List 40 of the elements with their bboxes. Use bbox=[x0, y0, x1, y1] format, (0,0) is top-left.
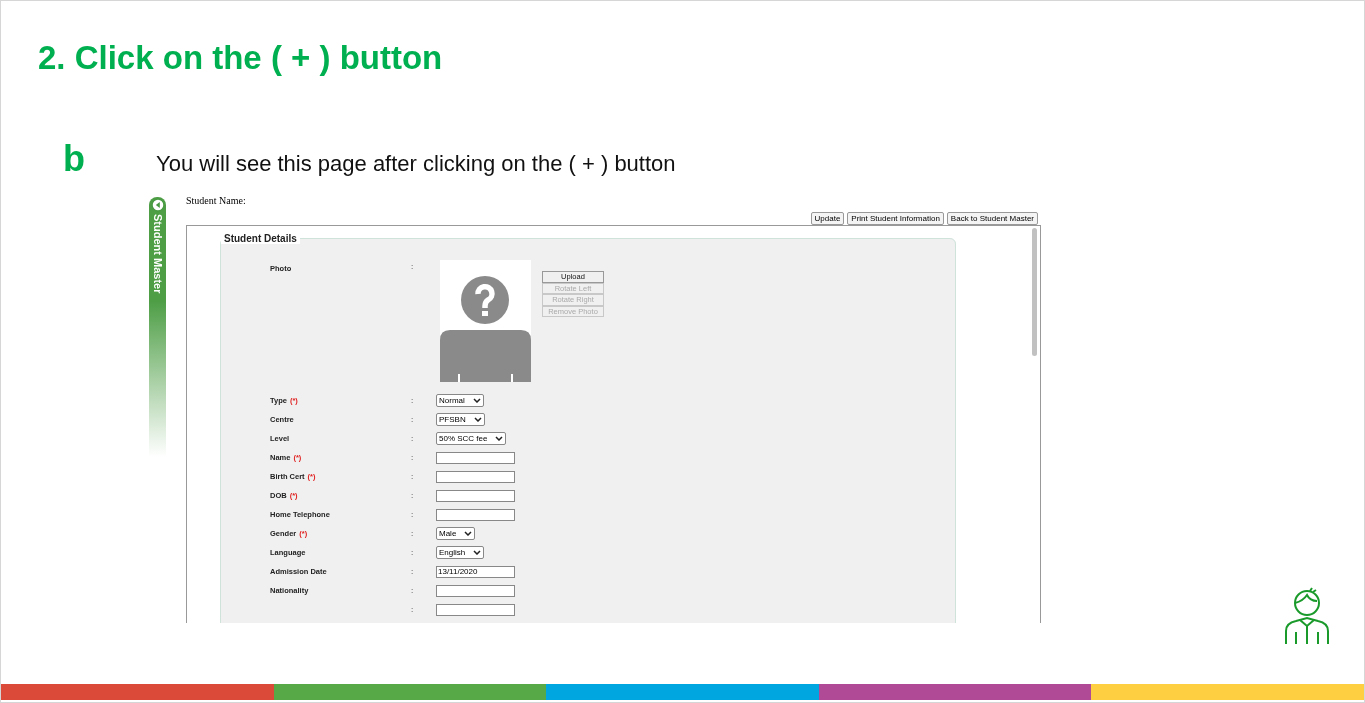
dropdown[interactable]: PFSBN bbox=[436, 413, 485, 426]
toolbar-button[interactable]: Update bbox=[810, 212, 845, 225]
person-icon bbox=[1284, 587, 1330, 645]
dropdown[interactable]: English bbox=[436, 546, 485, 559]
dropdown[interactable]: Normal bbox=[436, 394, 484, 407]
input-field[interactable]: 13/11/2020 bbox=[436, 565, 515, 578]
section-title: Student Details bbox=[221, 233, 300, 244]
colon: : bbox=[411, 453, 415, 462]
input-field[interactable] bbox=[436, 584, 515, 597]
input-field[interactable] bbox=[436, 489, 515, 502]
colon: : bbox=[411, 262, 415, 271]
dropdown[interactable]: Male bbox=[436, 527, 476, 540]
input-field[interactable] bbox=[436, 470, 515, 483]
colon: : bbox=[411, 605, 415, 614]
colon: : bbox=[411, 567, 415, 576]
colon: : bbox=[411, 491, 415, 500]
dropdown[interactable]: 50% SCC fee bbox=[436, 432, 507, 445]
colon: : bbox=[411, 415, 415, 424]
step-letter: b bbox=[63, 139, 86, 179]
toolbar-button[interactable]: Back to Student Master bbox=[946, 212, 1038, 225]
caret-icon bbox=[473, 550, 482, 555]
input-field[interactable] bbox=[436, 603, 515, 616]
colon: : bbox=[411, 396, 415, 405]
input-field[interactable] bbox=[436, 451, 515, 464]
slide-title: 2. Click on the ( + ) button bbox=[38, 38, 443, 78]
colon: : bbox=[411, 586, 415, 595]
toolbar-button[interactable]: Print Student Information bbox=[847, 212, 944, 225]
colon: : bbox=[411, 434, 415, 443]
caret-icon bbox=[495, 436, 504, 441]
colon: : bbox=[411, 472, 415, 481]
colon: : bbox=[411, 510, 415, 519]
caret-icon bbox=[472, 398, 481, 403]
photo-placeholder-icon bbox=[440, 260, 531, 382]
caret-icon bbox=[473, 417, 482, 422]
colon: : bbox=[411, 548, 415, 557]
input-field[interactable] bbox=[436, 508, 515, 521]
student-name-label: Student Name: bbox=[186, 195, 246, 206]
slide-caption: You will see this page after clicking on the ( + ) button bbox=[156, 151, 676, 177]
caret-icon bbox=[464, 531, 473, 536]
colon: : bbox=[411, 529, 415, 538]
